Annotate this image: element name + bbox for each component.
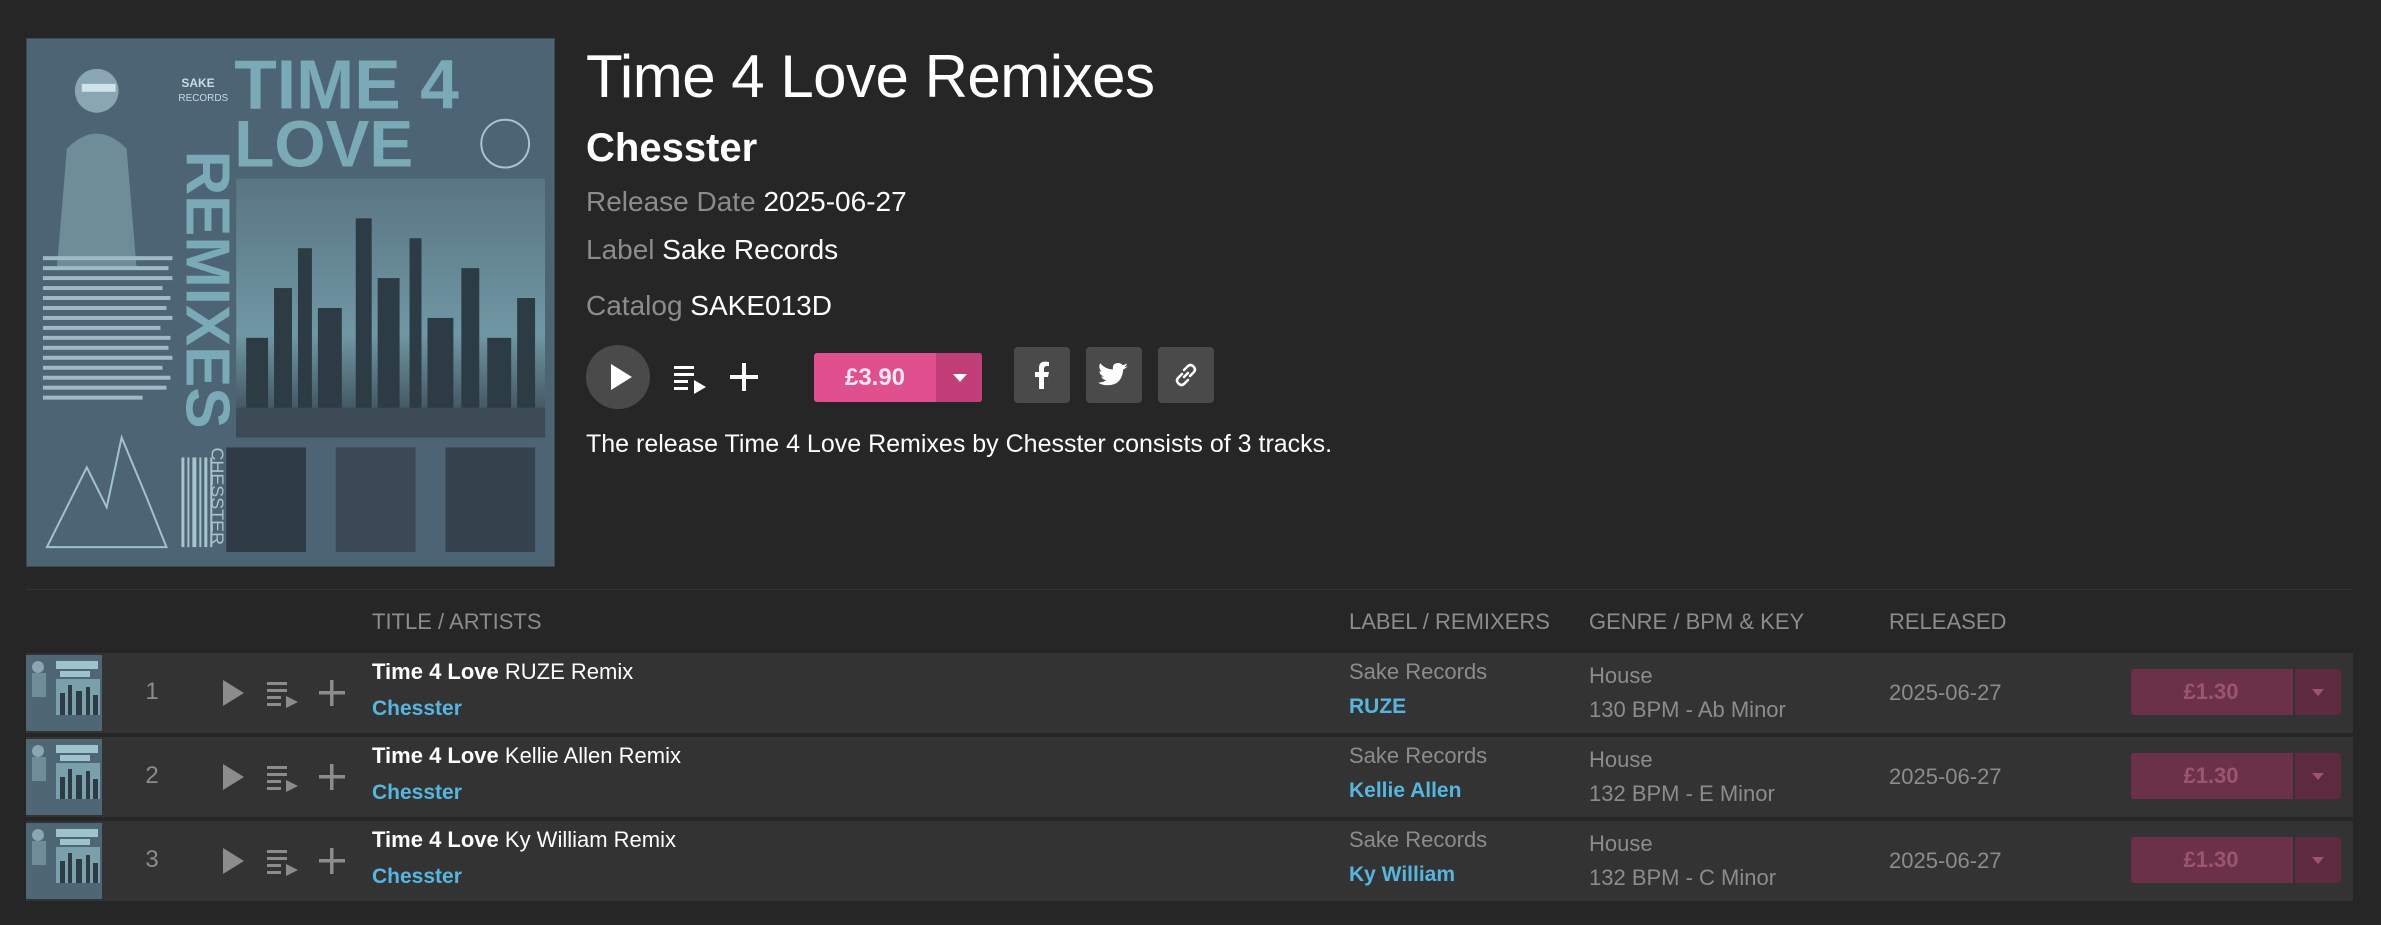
- track-thumbnail[interactable]: [26, 739, 102, 815]
- caret-down-icon[interactable]: [2293, 669, 2341, 715]
- release-artist-link[interactable]: Chesster: [586, 126, 757, 171]
- release-date-value: 2025-06-27: [763, 186, 907, 217]
- play-icon: [611, 364, 632, 390]
- buy-track-button[interactable]: £1.30: [2131, 837, 2341, 883]
- track-genre-link[interactable]: House: [1589, 747, 1653, 773]
- artwork-image: TIME 4 LOVE SAKE RECORDS REMIXES CHESSTE…: [27, 39, 554, 566]
- track-artwork-image: [26, 739, 102, 815]
- artwork-title-line2: LOVE: [234, 107, 413, 181]
- artwork-artist-vertical: CHESSTER: [207, 447, 227, 545]
- release-label-link[interactable]: Sake Records: [662, 234, 838, 265]
- track-genre-link[interactable]: House: [1589, 831, 1653, 857]
- share-twitter-button[interactable]: [1086, 347, 1142, 403]
- queue-icon[interactable]: [264, 759, 300, 795]
- track-row: 3 Time 4 Love Ky William Remix Chesster …: [26, 821, 2353, 901]
- release-label-key: Label: [586, 234, 655, 265]
- facebook-icon: [1035, 361, 1049, 389]
- buy-release-button[interactable]: £3.90: [814, 353, 982, 402]
- track-number: 1: [145, 678, 159, 705]
- track-bpm-key: 130 BPM - Ab Minor: [1589, 697, 1786, 722]
- release-catalog-key: Catalog: [586, 290, 683, 321]
- track-number: 3: [145, 846, 159, 873]
- column-header-title[interactable]: TITLE / ARTISTS: [372, 609, 542, 635]
- artwork-logo-line2: RECORDS: [178, 93, 228, 104]
- track-artist-link[interactable]: Chesster: [372, 865, 462, 889]
- release-price: £3.90: [844, 364, 906, 391]
- release-catalog-row: Catalog SAKE013D: [586, 290, 832, 322]
- release-description: The release Time 4 Love Remixes by Chess…: [586, 430, 1333, 458]
- section-divider: [26, 589, 2353, 590]
- release-title: Time 4 Love Remixes: [586, 43, 1155, 110]
- track-artist-link[interactable]: Chesster: [372, 697, 462, 721]
- track-title-link[interactable]: Time 4 Love Ky William Remix: [372, 827, 676, 853]
- track-release-date: 2025-06-27: [1889, 764, 2002, 789]
- track-title-link[interactable]: Time 4 Love Kellie Allen Remix: [372, 743, 681, 769]
- track-label-link[interactable]: Sake Records: [1349, 743, 1487, 769]
- release-catalog-value: SAKE013D: [690, 290, 832, 321]
- track-artist-link[interactable]: Chesster: [372, 781, 462, 805]
- queue-icon[interactable]: [264, 843, 300, 879]
- play-release-button[interactable]: [586, 345, 650, 409]
- caret-down-icon[interactable]: [936, 353, 982, 402]
- copy-link-button[interactable]: [1158, 347, 1214, 403]
- track-number: 2: [145, 762, 159, 789]
- caret-down-icon[interactable]: [2293, 753, 2341, 799]
- plus-icon[interactable]: [314, 843, 350, 879]
- track-price: £1.30: [2183, 763, 2239, 788]
- track-remixer-link[interactable]: Ky William: [1349, 863, 1455, 887]
- release-label-row: Label Sake Records: [586, 234, 838, 266]
- artwork-logo-line1: SAKE: [181, 76, 214, 90]
- track-release-date: 2025-06-27: [1889, 848, 2002, 873]
- track-remixer-link[interactable]: RUZE: [1349, 695, 1406, 719]
- add-to-playlist-plus-icon[interactable]: [726, 359, 762, 395]
- track-title-link[interactable]: Time 4 Love RUZE Remix: [372, 659, 633, 685]
- queue-icon[interactable]: [264, 675, 300, 711]
- release-artwork: TIME 4 LOVE SAKE RECORDS REMIXES CHESSTE…: [26, 38, 555, 567]
- track-thumbnail[interactable]: [26, 823, 102, 899]
- track-artwork-image: [26, 823, 102, 899]
- release-actions: £3.90: [586, 345, 1486, 409]
- track-thumbnail[interactable]: [26, 655, 102, 731]
- share-facebook-button[interactable]: [1014, 347, 1070, 403]
- track-label-link[interactable]: Sake Records: [1349, 659, 1487, 685]
- release-date-row: Release Date 2025-06-27: [586, 186, 907, 218]
- track-release-date: 2025-06-27: [1889, 680, 2002, 705]
- column-header-label[interactable]: LABEL / REMIXERS: [1349, 609, 1550, 635]
- artwork-side-text: REMIXES: [172, 151, 241, 429]
- track-name: Time 4 Love: [372, 659, 499, 684]
- column-header-genre[interactable]: GENRE / BPM & KEY: [1589, 609, 1804, 635]
- buy-track-button[interactable]: £1.30: [2131, 669, 2341, 715]
- caret-down-icon[interactable]: [2293, 837, 2341, 883]
- track-label-link[interactable]: Sake Records: [1349, 827, 1487, 853]
- track-genre-link[interactable]: House: [1589, 663, 1653, 689]
- buy-track-button[interactable]: £1.30: [2131, 753, 2341, 799]
- queue-icon[interactable]: [672, 359, 708, 395]
- track-remixer-link[interactable]: Kellie Allen: [1349, 779, 1461, 803]
- plus-icon[interactable]: [314, 759, 350, 795]
- track-mix: RUZE Remix: [504, 659, 634, 684]
- release-date-key: Release Date: [586, 186, 756, 217]
- plus-icon[interactable]: [314, 675, 350, 711]
- track-row: 2 Time 4 Love Kellie Allen Remix Chesste…: [26, 737, 2353, 817]
- track-price: £1.30: [2183, 847, 2239, 872]
- track-name: Time 4 Love: [372, 827, 499, 852]
- track-price: £1.30: [2183, 679, 2239, 704]
- link-icon: [1175, 363, 1197, 387]
- track-mix: Ky William Remix: [504, 827, 677, 852]
- play-icon[interactable]: [214, 759, 250, 795]
- track-row: 1 Time 4 Love RUZE Remix Chesster Sake R…: [26, 653, 2353, 733]
- track-bpm-key: 132 BPM - E Minor: [1589, 781, 1775, 806]
- twitter-icon: [1098, 363, 1128, 386]
- track-name: Time 4 Love: [372, 743, 499, 768]
- track-mix: Kellie Allen Remix: [504, 743, 681, 768]
- play-icon[interactable]: [214, 675, 250, 711]
- track-bpm-key: 132 BPM - C Minor: [1589, 865, 1777, 890]
- column-header-released[interactable]: RELEASED: [1889, 609, 2006, 635]
- play-icon[interactable]: [214, 843, 250, 879]
- track-artwork-image: [26, 655, 102, 731]
